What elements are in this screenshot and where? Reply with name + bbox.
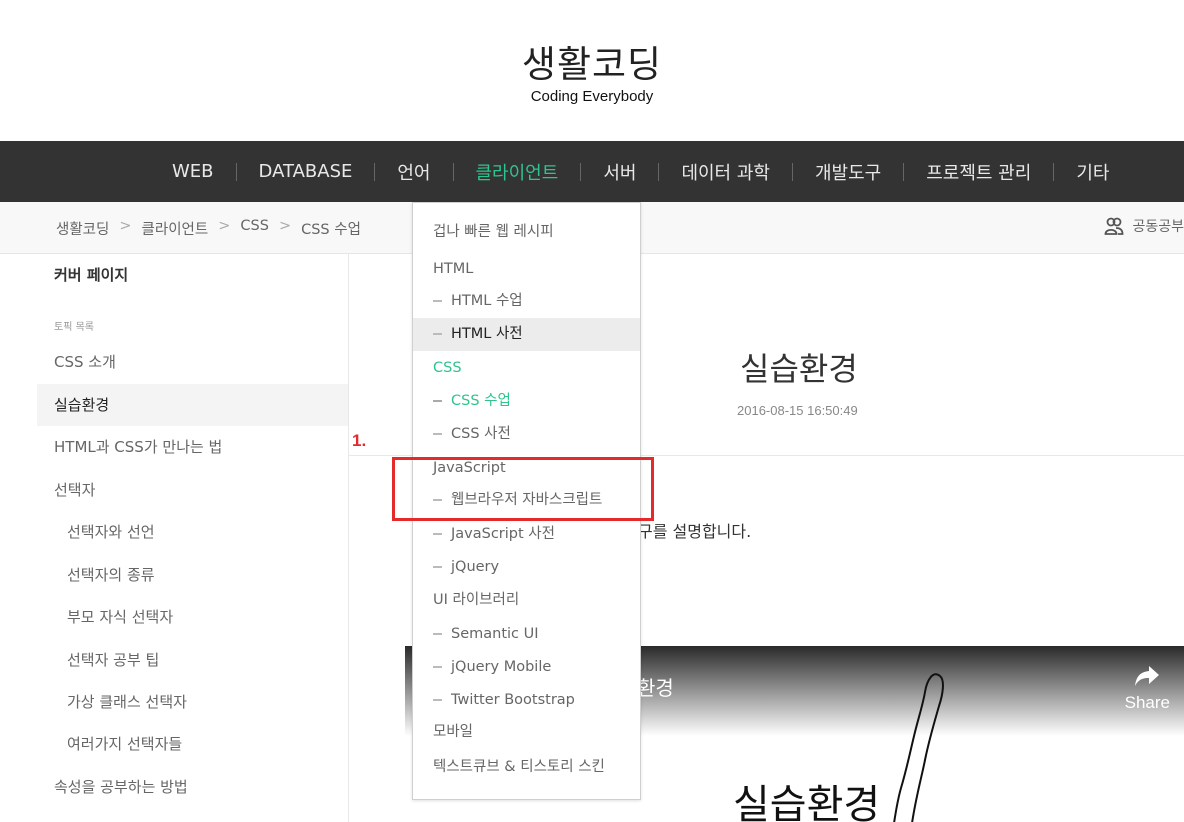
dropdown-subitem[interactable]: jQuery [413, 551, 640, 584]
video-drawing-curve [893, 673, 944, 822]
breadcrumb-item[interactable]: CSS [240, 218, 269, 239]
video-title[interactable]: 환경 [637, 672, 674, 701]
dropdown-subitem-label: JavaScript 사전 [451, 526, 555, 542]
main-nav: WEB DATABASE 언어 클라이언트 서버 데이터 과학 개발도구 프로젝… [0, 141, 1184, 202]
sidebar-subitem[interactable]: 가상 클래스 선택자 [37, 681, 348, 723]
breadcrumb-item[interactable]: 클라이언트 [142, 218, 209, 239]
sidebar: 커버 페이지 토픽 목록 CSS 소개 실습환경 HTML과 CSS가 만나는 … [37, 254, 349, 822]
dropdown-subitem-hovered[interactable]: HTML 사전 [413, 318, 640, 351]
sidebar-item[interactable]: 선택자 [37, 469, 348, 511]
dropdown-subitem[interactable]: HTML 수업 [413, 285, 640, 318]
dropdown-category[interactable]: 텍스트큐브 & 티스토리 스킨 [413, 751, 640, 784]
nav-item-server[interactable]: 서버 [581, 159, 658, 185]
dropdown-subitem-label: Semantic UI [451, 626, 539, 642]
breadcrumb-separator: > [218, 218, 231, 234]
dropdown-subitem-label: Twitter Bootstrap [451, 692, 575, 708]
dash-icon [433, 300, 442, 302]
dash-icon [433, 400, 442, 402]
dropdown-subitem-label: jQuery [451, 559, 500, 575]
dash-icon [433, 666, 442, 668]
dropdown-subitem[interactable]: Twitter Bootstrap [413, 684, 640, 717]
page-description: 구를 설명합니다. [638, 522, 752, 541]
dropdown-item[interactable]: 겁나 빠른 웹 레시피 [413, 216, 640, 249]
dropdown-subitem[interactable]: CSS 사전 [413, 418, 640, 451]
breadcrumb: 생활코딩 > 클라이언트 > CSS > CSS 수업 [56, 218, 361, 239]
nav-item-database[interactable]: DATABASE [237, 161, 375, 182]
dropdown-subitem[interactable]: jQuery Mobile [413, 651, 640, 684]
page-title: 실습환경 [740, 350, 858, 388]
topic-list-label: 토픽 목록 [54, 322, 94, 333]
annotation-highlight-box [392, 457, 654, 521]
study-together-label: 공동공부 [1132, 219, 1184, 235]
breadcrumb-separator: > [119, 218, 132, 234]
sidebar-item[interactable]: 속성을 공부하는 방법 [37, 766, 348, 808]
dash-icon [433, 533, 442, 535]
dash-icon [433, 333, 442, 335]
dropdown-subitem-label: HTML 수업 [451, 293, 523, 309]
sidebar-item[interactable]: CSS 소개 [37, 341, 348, 383]
users-icon [1104, 216, 1124, 236]
site-subtitle: Coding Everybody [530, 88, 654, 105]
sidebar-subitem[interactable]: 여러가지 선택자들 [37, 723, 348, 765]
dropdown-category[interactable]: 모바일 [413, 716, 640, 749]
nav-item-dev-tools[interactable]: 개발도구 [793, 159, 903, 185]
video-large-text: 실습환경 [733, 782, 881, 822]
sidebar-subitem[interactable]: 부모 자식 선택자 [37, 596, 348, 638]
dropdown-category[interactable]: UI 라이브러리 [413, 584, 640, 617]
dropdown-subitem-label: jQuery Mobile [451, 659, 552, 675]
nav-item-data-science[interactable]: 데이터 과학 [659, 159, 792, 185]
dropdown-category-active[interactable]: CSS [413, 352, 640, 385]
breadcrumb-item[interactable]: CSS 수업 [301, 218, 361, 239]
nav-item-etc[interactable]: 기타 [1054, 159, 1131, 185]
sidebar-subitem[interactable]: 선택자 공부 팁 [37, 639, 348, 681]
share-button[interactable]: Share [1125, 664, 1170, 713]
dash-icon [433, 699, 442, 701]
dash-icon [433, 633, 442, 635]
dropdown-subitem[interactable]: JavaScript 사전 [413, 518, 640, 551]
dash-icon [433, 433, 442, 435]
dropdown-subitem[interactable]: Semantic UI [413, 618, 640, 651]
sidebar-item-cover[interactable]: 커버 페이지 [37, 254, 348, 296]
study-together-link[interactable]: 공동공부 [1104, 216, 1184, 236]
site-title[interactable]: 생활코딩 [0, 34, 1184, 88]
nav-item-project-management[interactable]: 프로젝트 관리 [904, 159, 1053, 185]
share-icon [1125, 664, 1170, 693]
dropdown-subitem-label: HTML 사전 [451, 326, 523, 342]
dash-icon [433, 566, 442, 568]
dropdown-subitem-active[interactable]: CSS 수업 [413, 385, 640, 418]
nav-item-client[interactable]: 클라이언트 [454, 159, 581, 185]
nav-items: WEB DATABASE 언어 클라이언트 서버 데이터 과학 개발도구 프로젝… [150, 141, 1131, 202]
breadcrumb-item[interactable]: 생활코딩 [56, 218, 109, 239]
dropdown-subitem-label: CSS 사전 [451, 426, 511, 442]
sidebar-subitem[interactable]: 선택자와 선언 [37, 511, 348, 553]
dropdown-subitem-label: CSS 수업 [451, 393, 511, 409]
sidebar-subitem[interactable]: 선택자의 종류 [37, 554, 348, 596]
page-date: 2016-08-15 16:50:49 [737, 403, 858, 418]
dropdown-category[interactable]: HTML [413, 253, 640, 286]
nav-item-language[interactable]: 언어 [375, 159, 452, 185]
share-label: Share [1124, 693, 1170, 712]
breadcrumb-separator: > [278, 218, 292, 234]
nav-item-web[interactable]: WEB [150, 161, 236, 182]
sidebar-item[interactable]: HTML과 CSS가 만나는 법 [37, 426, 348, 468]
site-header: 생활코딩 Coding Everybody [0, 0, 1184, 141]
sidebar-item-active[interactable]: 실습환경 [37, 384, 348, 426]
annotation-label: 1. [352, 431, 367, 450]
